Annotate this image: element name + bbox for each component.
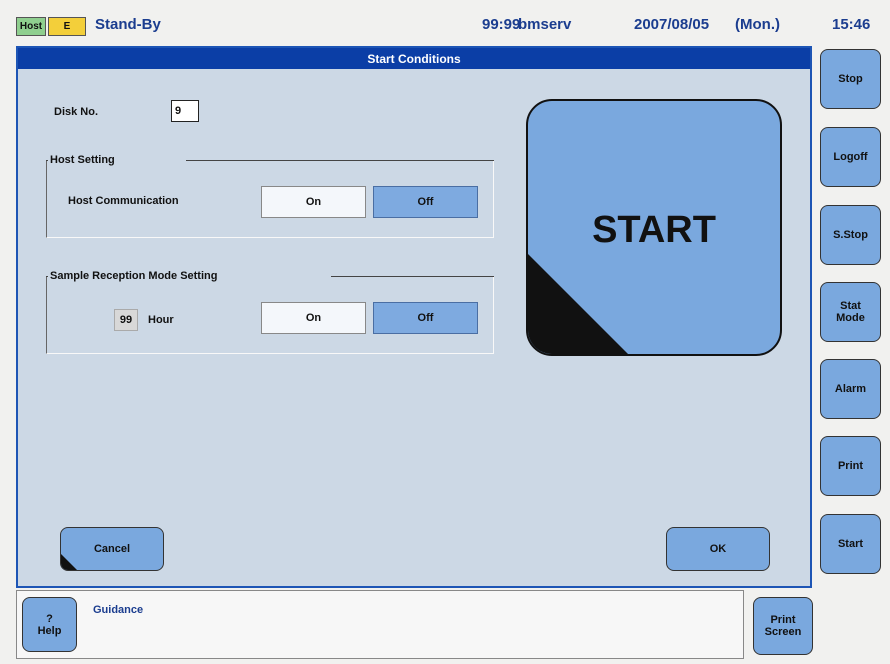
sample-on-button[interactable]: On [261, 302, 366, 334]
e-indicator-label: E [63, 21, 71, 32]
host-group-line-right [186, 160, 494, 161]
print-screen-label-line1: Print [770, 614, 796, 626]
e-indicator: E [48, 17, 86, 36]
stat-mode-label-line1: Stat [840, 300, 861, 312]
host-setting-title: Host Setting [48, 154, 117, 166]
panel-title: Start Conditions [18, 48, 810, 69]
sidebar-sstop-button[interactable]: S.Stop [820, 205, 881, 265]
start-label: Start [837, 538, 864, 550]
help-label: Help [37, 624, 62, 637]
host-communication-label: Host Communication [68, 195, 179, 207]
help-button[interactable]: ? Help [22, 597, 77, 652]
cancel-button[interactable]: Cancel [60, 527, 164, 571]
sample-group-line-right [331, 276, 494, 277]
user-name: bmserv [518, 16, 572, 33]
sidebar-start-button[interactable]: Start [820, 514, 881, 574]
guidance-label: Guidance [93, 604, 144, 616]
hour-field[interactable]: 99 [114, 309, 138, 331]
sidebar-print-button[interactable]: Print [820, 436, 881, 496]
sidebar-stat-mode-button[interactable]: Stat Mode [820, 282, 881, 342]
sidebar-stop-button[interactable]: Stop [820, 49, 881, 109]
host-indicator-label: Host [19, 21, 43, 32]
status-code: 99:99 [482, 16, 521, 33]
print-screen-button[interactable]: Print Screen [753, 597, 813, 655]
stop-label: Stop [838, 73, 863, 85]
sample-reception-title: Sample Reception Mode Setting [48, 270, 220, 282]
print-screen-label-line2: Screen [764, 626, 802, 638]
hour-label: Hour [148, 314, 174, 326]
disk-no-label: Disk No. [54, 106, 99, 118]
cancel-corner-mark [61, 554, 77, 570]
print-label: Print [837, 460, 864, 472]
sidebar-alarm-button[interactable]: Alarm [820, 359, 881, 419]
day-of-week: (Mon.) [735, 16, 780, 33]
sample-off-button[interactable]: Off [373, 302, 478, 334]
alarm-label: Alarm [834, 383, 867, 395]
host-comm-on-button[interactable]: On [261, 186, 366, 218]
ok-button[interactable]: OK [666, 527, 770, 571]
system-state: Stand-By [95, 16, 161, 33]
cancel-label: Cancel [93, 543, 131, 555]
ok-label: OK [709, 543, 727, 555]
guidance-area [16, 590, 744, 659]
sidebar-logoff-button[interactable]: Logoff [820, 127, 881, 187]
clock-time: 15:46 [832, 16, 871, 33]
host-indicator: Host [16, 17, 46, 36]
help-icon: ? [46, 612, 53, 625]
date: 2007/08/05 [634, 16, 710, 33]
logoff-label: Logoff [833, 151, 868, 163]
start-big-button[interactable]: START [526, 99, 782, 356]
start-corner-mark [528, 254, 628, 354]
disk-no-field[interactable]: 9 [171, 100, 199, 122]
sstop-label: S.Stop [833, 229, 868, 241]
start-big-label: START [592, 209, 716, 251]
host-comm-off-button[interactable]: Off [373, 186, 478, 218]
stat-mode-label-line2: Mode [836, 312, 865, 324]
